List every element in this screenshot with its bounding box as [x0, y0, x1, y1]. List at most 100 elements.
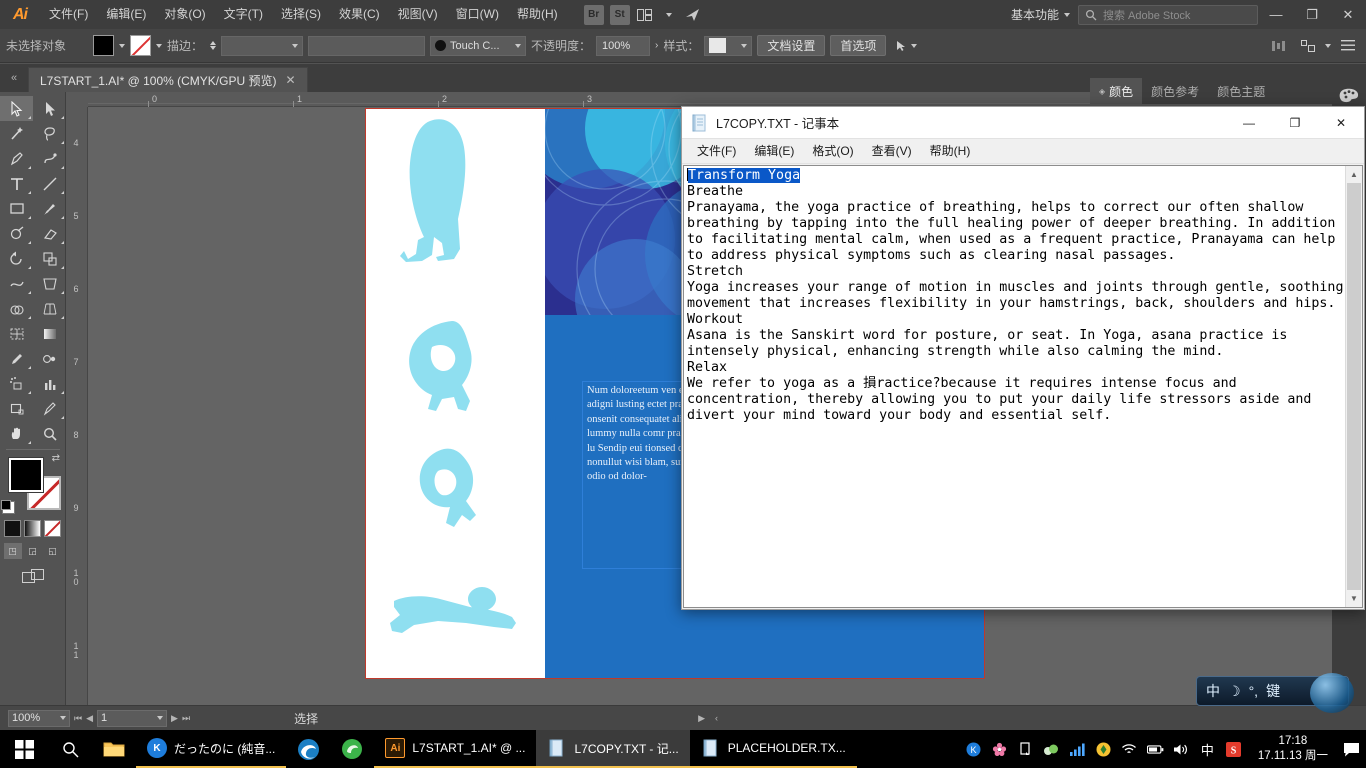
ime-chinese-indicator[interactable]: 中	[1199, 741, 1216, 758]
tool-free-transform[interactable]	[33, 271, 66, 296]
graphic-style-dropdown[interactable]	[704, 35, 753, 56]
tool-column-graph[interactable]	[33, 371, 66, 396]
document-tab-close-icon[interactable]: ✕	[285, 73, 295, 87]
file-explorer-icon[interactable]	[92, 730, 136, 768]
tool-lasso[interactable]	[33, 121, 66, 146]
taskbar-clock[interactable]: 17:18 17.11.13 周一	[1250, 734, 1336, 764]
notepad-maximize-button[interactable]: ❐	[1272, 107, 1318, 138]
document-setup-button[interactable]: 文档设置	[757, 35, 826, 56]
menu-help[interactable]: 帮助(H)	[508, 0, 567, 29]
tool-scale[interactable]	[33, 246, 66, 271]
ime-mode-label[interactable]: 中	[1206, 681, 1220, 701]
ime-keyboard-label[interactable]: 键	[1266, 681, 1280, 701]
preferences-button[interactable]: 首选项	[830, 35, 887, 56]
status-resize-icon[interactable]: ‹	[715, 713, 718, 723]
notepad-scrollbar[interactable]: ▲ ▼	[1345, 166, 1362, 607]
color-mode-none[interactable]	[44, 520, 61, 537]
control-panel-menu-icon[interactable]	[1336, 35, 1360, 57]
opacity-input[interactable]: 100%	[596, 35, 651, 56]
scroll-down-icon[interactable]: ▼	[1346, 590, 1362, 607]
tool-gradient[interactable]	[33, 321, 66, 346]
tool-slice[interactable]	[33, 396, 66, 421]
notepad-menu-view[interactable]: 查看(V)	[863, 139, 921, 164]
taskbar-item-illustrator[interactable]: Ai L7START_1.AI* @ ...	[374, 730, 537, 768]
kugou-tray-icon[interactable]: K	[965, 741, 982, 758]
edge-browser-icon[interactable]	[286, 730, 330, 768]
tool-rotate[interactable]	[0, 246, 33, 271]
tool-hand[interactable]	[0, 421, 33, 446]
workspace-switcher[interactable]: 基本功能	[1003, 5, 1078, 25]
status-flyout-icon[interactable]: ▶	[698, 713, 705, 724]
stroke-profile-field[interactable]	[308, 35, 426, 56]
sogou-icon[interactable]: S	[1225, 741, 1242, 758]
notification-icon[interactable]	[1336, 730, 1366, 768]
tool-type[interactable]	[0, 171, 33, 196]
signal-bars-icon[interactable]	[1069, 741, 1086, 758]
artboard-nav-first[interactable]: ⏮	[74, 713, 82, 724]
select-similar-dropdown[interactable]	[894, 39, 918, 53]
artboard-number-dropdown[interactable]: 1	[97, 709, 168, 727]
ime-floating-bar[interactable]: 中 ☽ °, 键	[1196, 673, 1354, 713]
tool-magic-wand[interactable]	[0, 121, 33, 146]
artboard-nav-next[interactable]: ▶	[171, 713, 178, 724]
notepad-text-content[interactable]: Transform Yoga Breathe Pranayama, the yo…	[687, 168, 1344, 605]
scroll-up-icon[interactable]: ▲	[1346, 166, 1362, 183]
color-mode-solid[interactable]	[4, 520, 21, 537]
notepad-text-area[interactable]: Transform Yoga Breathe Pranayama, the yo…	[683, 165, 1363, 608]
collapse-panel-icon[interactable]: «	[0, 64, 28, 92]
menu-select[interactable]: 选择(S)	[272, 0, 330, 29]
tool-mesh[interactable]	[0, 321, 33, 346]
bridge-button[interactable]: Br	[583, 4, 604, 25]
color-mode-gradient[interactable]	[24, 520, 41, 537]
green-browser-icon[interactable]	[330, 730, 374, 768]
swap-fill-stroke-icon[interactable]: ⇄	[52, 453, 60, 464]
menu-object[interactable]: 对象(O)	[155, 0, 214, 29]
cloud-tray-icon[interactable]	[1043, 741, 1060, 758]
usb-eject-icon[interactable]	[1017, 741, 1034, 758]
tool-shaper[interactable]	[0, 221, 33, 246]
tool-zoom[interactable]	[33, 421, 66, 446]
stroke-weight-stepper[interactable]	[210, 41, 217, 50]
brush-definition-dropdown[interactable]: Touch C...	[430, 35, 527, 56]
opacity-flyout-icon[interactable]: ›	[655, 40, 658, 51]
draw-inside-icon[interactable]: ◱	[44, 543, 62, 559]
tool-perspective-grid[interactable]	[33, 296, 66, 321]
vertical-ruler[interactable]: 4 5 6 7 8 9 10 11	[66, 107, 88, 705]
taskbar-item-notepad-l7copy[interactable]: L7COPY.TXT - 记...	[536, 730, 690, 768]
stock-search-input[interactable]: 搜索 Adobe Stock	[1078, 4, 1258, 25]
arrange-chevron-down-icon[interactable]	[657, 4, 681, 26]
notepad-menu-format[interactable]: 格式(O)	[803, 139, 862, 164]
tool-artboard[interactable]	[0, 396, 33, 421]
tool-pen[interactable]	[0, 146, 33, 171]
arrange-documents-icon[interactable]	[633, 4, 657, 26]
taskbar-item-kugou[interactable]: K だったのに (純音...	[136, 730, 287, 768]
artboard-nav-last[interactable]: ⏭	[182, 713, 190, 724]
tool-direct-selection[interactable]	[33, 96, 66, 121]
fill-swatch-large[interactable]	[9, 458, 43, 492]
windows-start-icon[interactable]	[0, 730, 48, 768]
stroke-color-swatch[interactable]	[130, 35, 151, 56]
transform-chevron-down-icon[interactable]	[1325, 43, 1331, 48]
panel-tab-color-themes[interactable]: 颜色主题	[1208, 78, 1274, 104]
maximize-button[interactable]: ❐	[1294, 0, 1330, 29]
panel-tab-color-guide[interactable]: 颜色参考	[1142, 78, 1208, 104]
align-icon[interactable]	[1267, 35, 1291, 57]
menu-view[interactable]: 视图(V)	[389, 0, 447, 29]
menu-type[interactable]: 文字(T)	[215, 0, 272, 29]
notepad-menu-file[interactable]: 文件(F)	[688, 139, 745, 164]
wifi-icon[interactable]	[1121, 741, 1138, 758]
menu-edit[interactable]: 编辑(E)	[97, 0, 155, 29]
stroke-chevron-down-icon[interactable]	[156, 43, 162, 48]
ime-punctuation-label[interactable]: °,	[1249, 683, 1259, 699]
notepad-menu-edit[interactable]: 编辑(E)	[745, 139, 803, 164]
shield-tray-icon[interactable]	[1095, 741, 1112, 758]
stroke-weight-dropdown[interactable]	[221, 35, 304, 56]
artboard-nav-prev[interactable]: ◀	[86, 713, 93, 724]
flower-tray-icon[interactable]	[991, 741, 1008, 758]
close-button[interactable]: ✕	[1330, 0, 1366, 29]
notepad-menu-help[interactable]: 帮助(H)	[921, 139, 980, 164]
document-tab-l7start[interactable]: L7START_1.AI* @ 100% (CMYK/GPU 预览) ✕	[28, 67, 308, 92]
moon-icon[interactable]: ☽	[1228, 683, 1241, 700]
menu-window[interactable]: 窗口(W)	[447, 0, 508, 29]
tool-eyedropper[interactable]	[0, 346, 33, 371]
